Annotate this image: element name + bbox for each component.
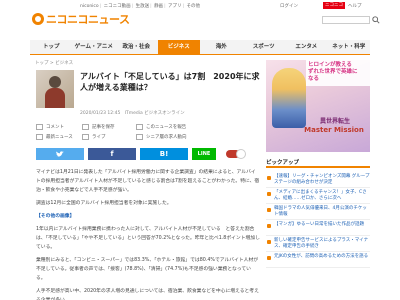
related-icon [136, 134, 143, 140]
nav-item-sports[interactable]: スポーツ [243, 40, 286, 54]
pickup-item[interactable]: 新しい確定申告サービスによるプラス・マイナス、確定申告の手続き [266, 236, 370, 252]
site-link[interactable]: niconico [80, 4, 99, 9]
register-button[interactable]: ニコニコ会員登録 [323, 2, 345, 15]
site-link[interactable]: アプリ [168, 4, 182, 9]
nav-item-business[interactable]: ビジネス [157, 40, 200, 54]
line-share-button[interactable]: LINE [192, 148, 216, 160]
comment-icon [36, 124, 43, 130]
article-date: 2020/01/23 12:45 [80, 111, 121, 116]
article-meta: 2020/01/23 12:45 ITmedia ビジネスオンライン [80, 110, 185, 116]
nav-underline [30, 54, 370, 55]
nav-item-top[interactable]: トップ [30, 40, 73, 54]
pickup-item[interactable]: 元JKの女性が、訪問の高めるための方法を語る [266, 252, 370, 268]
latest-news-button[interactable]: 最新ニュース [36, 134, 73, 140]
article-source[interactable]: ITmedia ビジネスオンライン [125, 111, 185, 116]
share-toggle-knob [236, 149, 246, 159]
nav-item-politics[interactable]: 政治・社会 [115, 40, 158, 54]
pickup-item[interactable]: 韓国ドラマの人気俳優来日、4月公演のチケット情報 [266, 204, 370, 220]
site-logo[interactable]: ニコニコニュース [32, 12, 130, 26]
header: ニコニコニュース niconico| ニコニコ動画| 生放送| 静画| アプリ|… [0, 0, 400, 36]
pickup-item[interactable]: 「メディアに出まくるチャンス！」女子、Cさん、結婚……ゼロか、さらに次へ [266, 188, 370, 204]
pickup-item[interactable]: 【速報】リーグ・チャンピオンズ開幕 グループステージの組み合わせが決定 [266, 172, 370, 188]
nav-item-net-science[interactable]: ネット・科学 [328, 40, 371, 54]
twitter-share-button[interactable] [36, 148, 84, 160]
login-link[interactable]: ログイン [280, 3, 298, 9]
bookmark-icon [82, 124, 89, 130]
ad-logo-subtitle: 異世界転生 [319, 118, 350, 125]
hatena-share-button[interactable]: B! [140, 148, 188, 160]
report-button[interactable]: このニュースを報告 [136, 124, 186, 130]
article-body: マイナビは1月21日に発表した「アルバイト採用労働力に関する企業調査」の結果によ… [36, 168, 260, 300]
article-paragraph: マイナビは1月21日に発表した「アルバイト採用労働力に関する企業調査」の結果によ… [36, 170, 260, 193]
nav-item-game-anime[interactable]: ゲーム・アニメ [73, 40, 116, 54]
twitter-icon [56, 150, 64, 157]
pickup-item[interactable]: 【マンガ】ゆるーい日常を描いた作品が話題 [266, 220, 370, 236]
flag-icon [136, 124, 143, 130]
logo-icon [32, 13, 44, 25]
site-link[interactable]: 静画 [154, 4, 163, 9]
site-link[interactable]: 生放送 [136, 4, 150, 9]
article-paragraph: 1年以内にアルバイト採用業務に携わった人に対して、アルバイト人材が不足している … [36, 227, 260, 250]
ad-character-illustration [272, 68, 306, 128]
article-paragraph: 業種別にみると、「コンビニ・スーパー」では83.3%、「ホテル・旅館」では80.… [36, 258, 259, 281]
article-thumbnail[interactable] [36, 70, 74, 108]
help-link[interactable]: ヘルプ [348, 3, 362, 9]
article-actions: コメント 記事を保存 このニュースを報告 最新ニュース ライブ シニア層の求人動… [36, 124, 260, 142]
pickup-list: 【速報】リーグ・チャンピオンズ開幕 グループステージの組み合わせが決定 「メディ… [266, 172, 370, 268]
thumbnail-person-body [45, 88, 65, 108]
logo-text: ニコニコニュース [46, 13, 130, 26]
live-button[interactable]: ライブ [82, 134, 106, 140]
related-button[interactable]: シニア層の求人動向 [136, 134, 187, 140]
nav-item-world[interactable]: 海外 [200, 40, 243, 54]
facebook-share-button[interactable]: f [88, 148, 136, 160]
ad-logo-title: Master Mission [304, 126, 364, 134]
sidebar-ad[interactable]: ヒロインが教える ずれた世界で英雄に なる 異世界転生 Master Missi… [266, 60, 370, 152]
site-link[interactable]: その他 [187, 4, 201, 9]
news-icon [36, 134, 43, 140]
article-paragraph: 調査は12月に全国のアルバイト採用担当者を対象に実施した。 [36, 201, 172, 206]
category-nav: トップ ゲーム・アニメ 政治・社会 ビジネス 海外 スポーツ エンタメ ネット・… [30, 40, 370, 54]
article-paragraph: 人手不足感が高い中、2020年の求人増の見通しについては、宿泊業、飲食業などを中… [36, 289, 259, 300]
site-links: niconico| ニコニコ動画| 生放送| 静画| アプリ| その他 [80, 4, 201, 9]
search-input[interactable] [322, 16, 370, 24]
comment-button[interactable]: コメント [36, 124, 64, 130]
save-article-button[interactable]: 記事を保存 [82, 124, 115, 130]
breadcrumb[interactable]: トップ > ビジネス [35, 60, 73, 66]
ad-copy: ヒロインが教える ずれた世界で英雄に なる [308, 62, 358, 82]
article-title: アルバイト「不足している」は7割 2020年に求人が増える業種は？ [80, 72, 260, 92]
section-heading[interactable]: 【その他の画像】 [36, 212, 260, 221]
nav-item-entertainment[interactable]: エンタメ [285, 40, 328, 54]
thumbnail-person-head [49, 76, 61, 88]
search-icon[interactable] [372, 16, 380, 24]
share-bar: f B! LINE [36, 148, 260, 160]
pickup-heading: ピックアップ [266, 158, 370, 168]
live-icon [82, 134, 89, 140]
site-link[interactable]: ニコニコ動画 [104, 4, 131, 9]
